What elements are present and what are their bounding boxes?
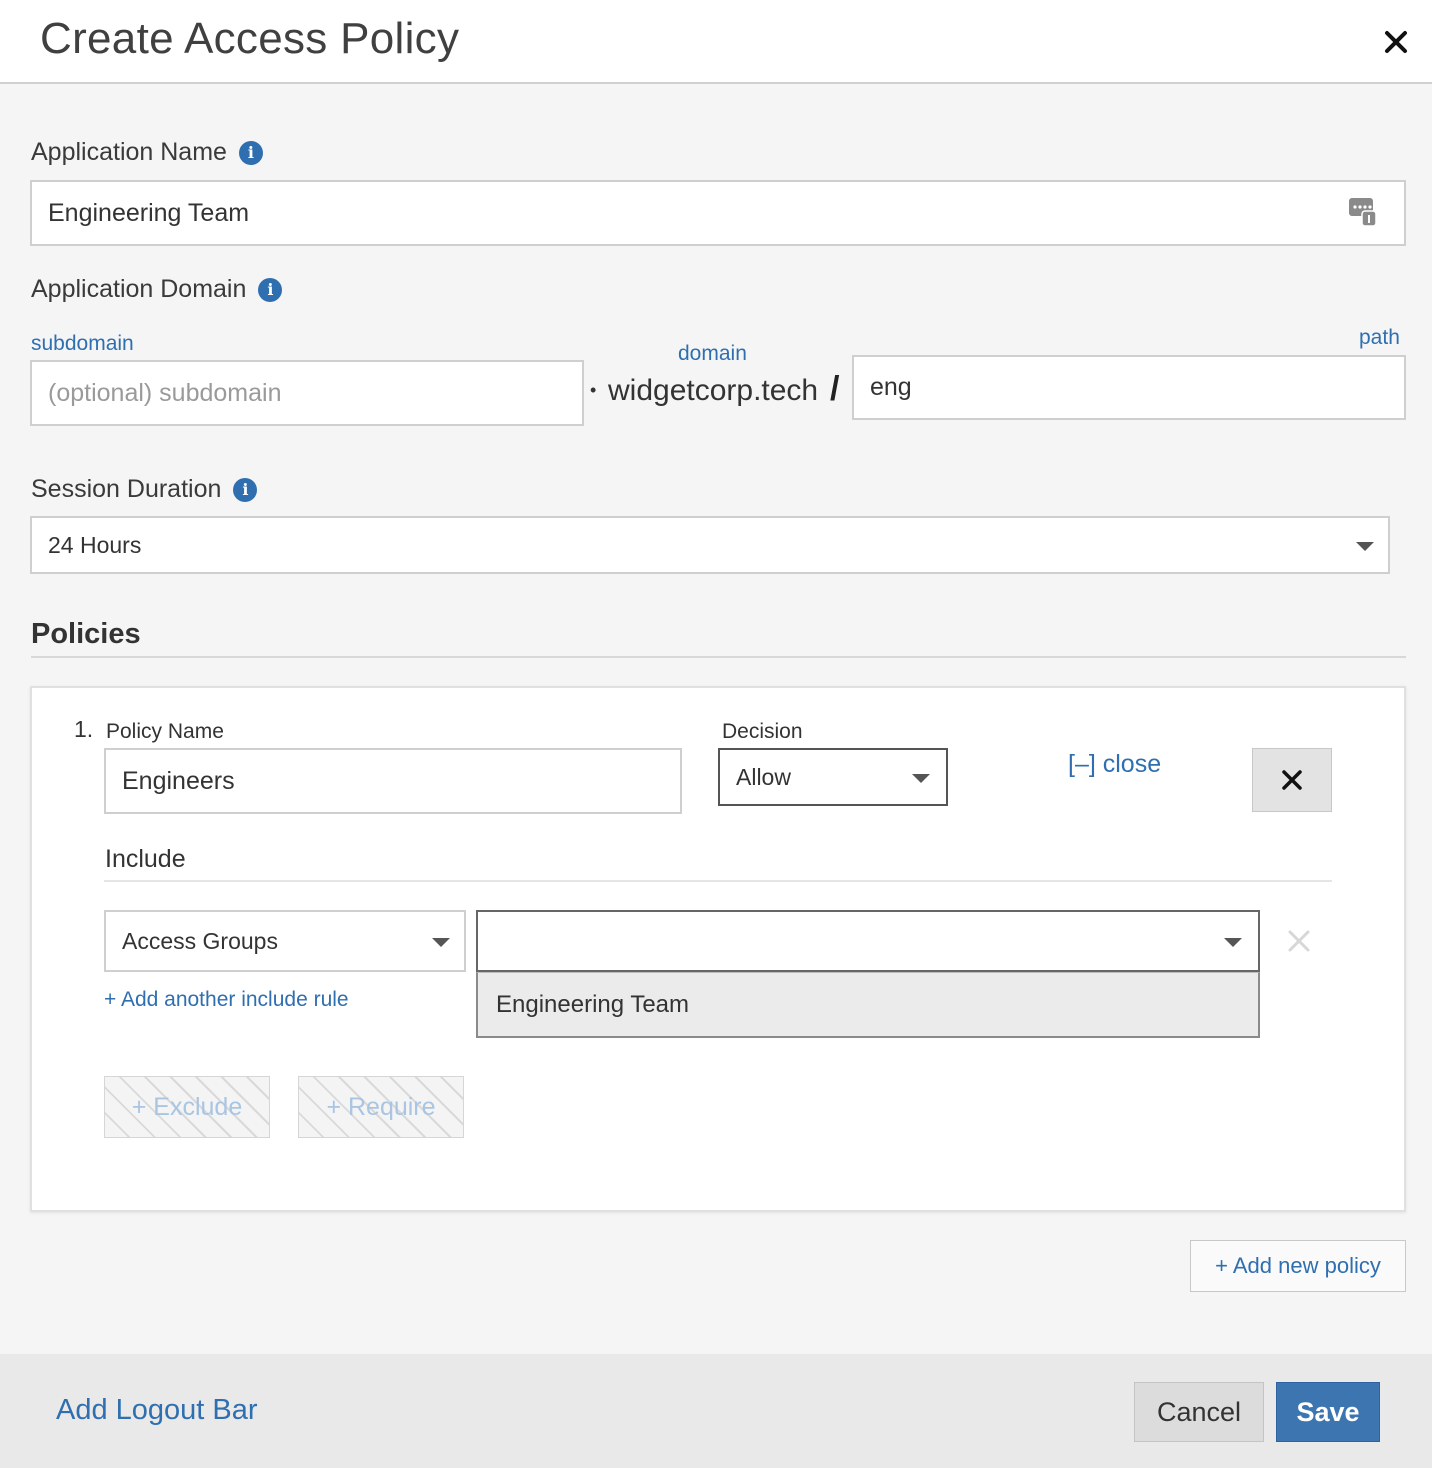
close-icon [1282,770,1302,790]
domain-label: domain [678,342,747,365]
subdomain-label: subdomain [31,332,134,355]
include-rule-type-value: Access Groups [122,927,278,954]
policy-number: 1. [74,716,94,742]
app-name-label: Application Name i [31,138,263,167]
domain-dot: • [590,380,597,400]
path-slash: / [830,370,840,408]
path-input[interactable]: eng [852,355,1406,420]
chevron-down-icon [1356,542,1374,551]
policies-divider [31,656,1406,658]
password-manager-icon[interactable] [1348,196,1378,228]
cancel-button[interactable]: Cancel [1134,1382,1264,1442]
add-require-button[interactable]: + Require [298,1076,464,1138]
chevron-down-icon [1224,938,1242,947]
path-value: eng [870,373,912,401]
session-duration-value: 24 Hours [48,531,142,558]
session-duration-select[interactable]: 24 Hours [30,516,1390,574]
app-name-input[interactable]: Engineering Team [30,180,1406,246]
app-name-label-text: Application Name [31,138,227,166]
add-include-rule-link[interactable]: + Add another include rule [104,988,349,1012]
info-icon[interactable]: i [258,277,283,302]
close-icon [1385,31,1407,53]
dialog-title: Create Access Policy [40,14,460,63]
decision-label: Decision [722,720,803,743]
chevron-down-icon [912,774,930,783]
delete-policy-button[interactable] [1252,748,1332,812]
add-logout-bar-link[interactable]: Add Logout Bar [56,1394,258,1427]
policy-name-label: Policy Name [106,720,224,743]
remove-rule-button[interactable] [1287,929,1313,955]
decision-select[interactable]: Allow [718,748,948,806]
session-duration-label-text: Session Duration [31,475,222,503]
session-duration-label: Session Duration i [31,475,258,504]
dropdown-option-label: Engineering Team [496,990,690,1018]
save-button[interactable]: Save [1276,1382,1380,1442]
policies-title: Policies [31,618,141,650]
domain-value: widgetcorp.tech [608,374,819,407]
subdomain-input[interactable]: (optional) subdomain [30,360,584,426]
app-domain-label: Application Domain i [31,275,283,304]
info-icon[interactable]: i [238,140,263,165]
remove-icon [1288,930,1310,952]
chevron-down-icon [432,938,450,947]
include-label: Include [105,845,186,873]
info-icon[interactable]: i [233,477,258,502]
app-domain-label-text: Application Domain [31,275,247,303]
include-divider [104,880,1332,882]
app-name-value: Engineering Team [48,198,250,227]
include-rule-type-select[interactable]: Access Groups [104,910,466,972]
close-dialog-button[interactable] [1372,18,1420,66]
path-label: path [1359,326,1400,349]
policy-name-value: Engineers [122,766,235,795]
add-exclude-button[interactable]: + Exclude [104,1076,270,1138]
close-policy-link[interactable]: [–] close [1068,750,1161,779]
add-new-policy-button[interactable]: + Add new policy [1190,1240,1406,1292]
policy-name-input[interactable]: Engineers [104,748,682,814]
dropdown-option[interactable]: Engineering Team [476,972,1260,1038]
include-rule-value-select[interactable] [476,910,1260,972]
decision-value: Allow [736,763,791,790]
subdomain-placeholder: (optional) subdomain [48,378,282,407]
